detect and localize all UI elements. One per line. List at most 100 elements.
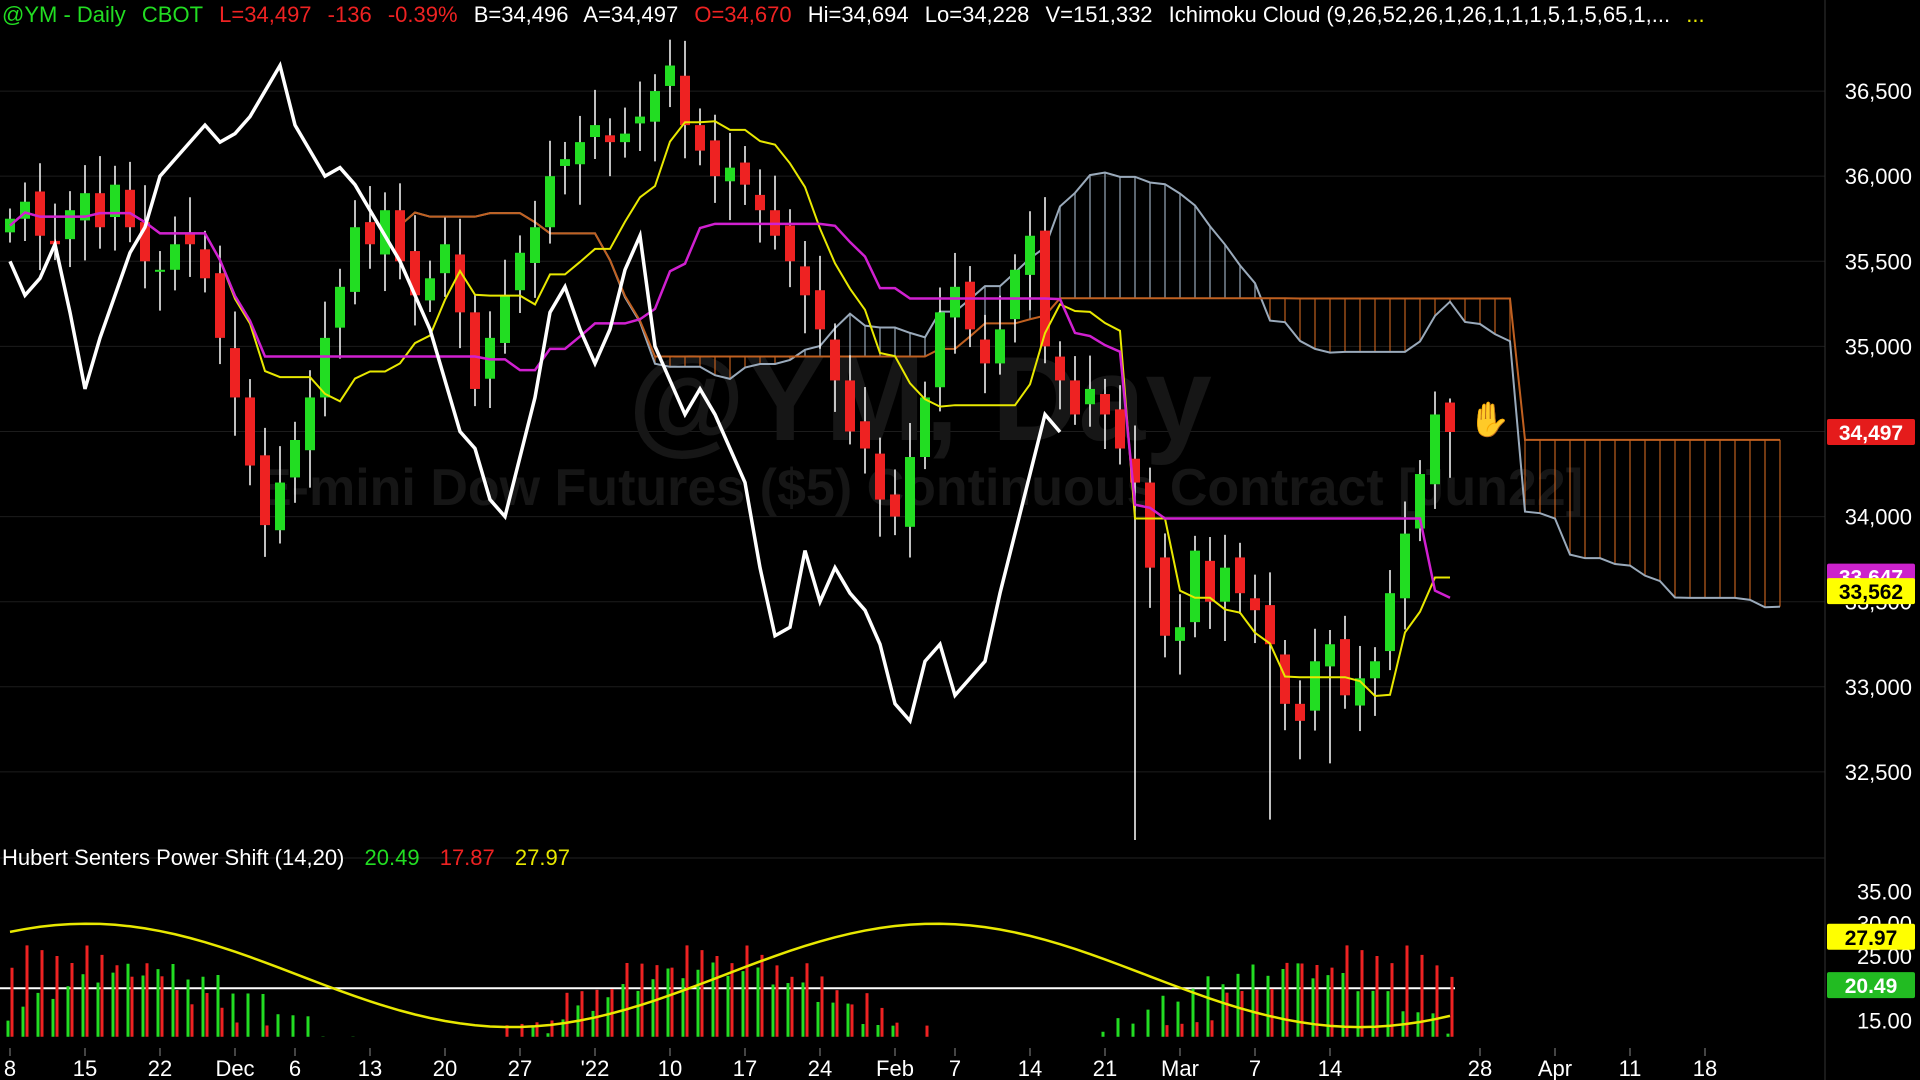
candle-body — [1100, 394, 1110, 415]
date-tick-label: 24 — [808, 1056, 832, 1080]
study-name[interactable]: Hubert Senters Power Shift (14,20) — [2, 845, 344, 870]
date-tick-label: 27 — [508, 1056, 532, 1080]
candle-body — [275, 482, 285, 531]
candle-body — [875, 453, 885, 500]
candle-body — [665, 65, 675, 86]
candle-body — [455, 254, 465, 313]
candle-body — [545, 176, 555, 228]
candle-body — [890, 494, 900, 517]
subgraph-header: Hubert Senters Power Shift (14,20) 20.49… — [2, 845, 584, 871]
watermark-description: E-mini Dow Futures ($5) Continuous Contr… — [257, 459, 1583, 517]
candle-body — [710, 140, 720, 177]
bid-price: B=34,496 — [473, 2, 569, 27]
open-price: O=34,670 — [694, 2, 792, 27]
candle-body — [200, 249, 210, 279]
candle-body — [440, 244, 450, 274]
date-tick-label: 20 — [433, 1056, 457, 1080]
candle-body — [1055, 356, 1065, 381]
date-tick-label: 13 — [358, 1056, 382, 1080]
sub-tick-label: 35.00 — [1857, 879, 1912, 904]
volume-value: V=151,332 — [1045, 2, 1153, 27]
symbol-label[interactable]: @YM - Daily — [2, 2, 126, 27]
candle-body — [1070, 380, 1080, 415]
hand-cursor-icon: ✋ — [1468, 401, 1511, 439]
price-tick-label: 35,000 — [1845, 334, 1912, 359]
candle-body — [935, 312, 945, 388]
candle-body — [920, 397, 930, 458]
exchange-label: CBOT — [141, 2, 204, 27]
candle-body — [1190, 550, 1200, 623]
chart-header: @YM - Daily CBOT L=34,497 -136 -0.39% B=… — [2, 2, 1715, 28]
date-tick-label: 18 — [1693, 1056, 1717, 1080]
candle-body — [965, 281, 975, 330]
candle-body — [1340, 639, 1350, 696]
candle-body — [1430, 414, 1440, 485]
price-tick-label: 34,000 — [1845, 505, 1912, 530]
date-tick-label: 17 — [733, 1056, 757, 1080]
date-tick-label: 15 — [73, 1056, 97, 1080]
date-tick-label: Mar — [1161, 1056, 1199, 1080]
candle-body — [1085, 388, 1095, 405]
candle-body — [1040, 230, 1050, 347]
candle-body — [155, 269, 165, 272]
study-value-3: 27.97 — [514, 845, 570, 870]
high-price: Hi=34,694 — [807, 2, 909, 27]
more-indicator[interactable]: ... — [1686, 2, 1704, 27]
low-price: Lo=34,228 — [924, 2, 1030, 27]
price-tick-label: 35,500 — [1845, 249, 1912, 274]
candle-body — [635, 116, 645, 124]
date-tick-label: '22 — [581, 1056, 610, 1080]
candle-body — [1025, 235, 1035, 275]
candle-body — [1145, 482, 1155, 568]
candle-body — [1280, 654, 1290, 704]
candle-body — [755, 194, 765, 211]
date-axis[interactable]: 8 15 22 Dec 6 13 20 27 '22 10 17 24 Feb 7 14 21 Mar 7 14 28… — [4, 1048, 1717, 1080]
candle-body — [350, 227, 360, 292]
candle-body — [425, 278, 435, 301]
price-tick-label: 32,500 — [1845, 760, 1912, 785]
candle-body — [1445, 402, 1455, 432]
candle-body — [365, 222, 375, 245]
candle-body — [980, 339, 990, 364]
candle-body — [1310, 661, 1320, 711]
candle-body — [995, 329, 1005, 364]
candle-body — [740, 162, 750, 185]
price-marker-label: 33,562 — [1839, 581, 1903, 604]
candle-body — [845, 380, 855, 432]
candle-body — [530, 227, 540, 263]
candle-body — [575, 142, 585, 165]
candle-body — [1010, 269, 1020, 320]
date-tick-label: 7 — [949, 1056, 961, 1080]
date-tick-label: 28 — [1468, 1056, 1492, 1080]
candle-body — [260, 455, 270, 526]
candle-body — [1370, 661, 1380, 679]
candle-body — [230, 348, 240, 398]
date-tick-label: 14 — [1318, 1056, 1342, 1080]
date-tick-label: Apr — [1538, 1056, 1572, 1080]
chart-canvas[interactable]: @YM, DayE-mini Dow Futures ($5) Continuo… — [0, 0, 1920, 1080]
candle-body — [35, 191, 45, 236]
candle-body — [215, 273, 225, 338]
candle-body — [515, 252, 525, 291]
candle-body — [560, 159, 570, 166]
candle-body — [65, 210, 75, 240]
sub-marker-label: 27.97 — [1845, 927, 1898, 950]
ask-price: A=34,497 — [583, 2, 679, 27]
study-value-2: 17.87 — [439, 845, 495, 870]
candle-body — [1295, 703, 1305, 721]
price-axis[interactable]: 32,50033,00033,50034,00034,50035,00035,5… — [0, 0, 1915, 1080]
date-tick-label: 8 — [4, 1056, 16, 1080]
candle-body — [170, 244, 180, 270]
candle-body — [500, 295, 510, 343]
candle-body — [1235, 557, 1245, 594]
candle-body — [680, 75, 690, 126]
change-percent: -0.39% — [387, 2, 458, 27]
candle-body — [725, 167, 735, 182]
candle-body — [125, 189, 135, 228]
study-label[interactable]: Ichimoku Cloud (9,26,52,26,1,26,1,1,1,5,… — [1169, 2, 1670, 27]
candle-body — [245, 397, 255, 466]
price-tick-label: 36,000 — [1845, 164, 1912, 189]
change-value: -136 — [327, 2, 372, 27]
candle-body — [800, 266, 810, 296]
power-shift-panel: 15.0020.0025.0030.0035.0027.9720.49 — [0, 879, 1915, 1037]
